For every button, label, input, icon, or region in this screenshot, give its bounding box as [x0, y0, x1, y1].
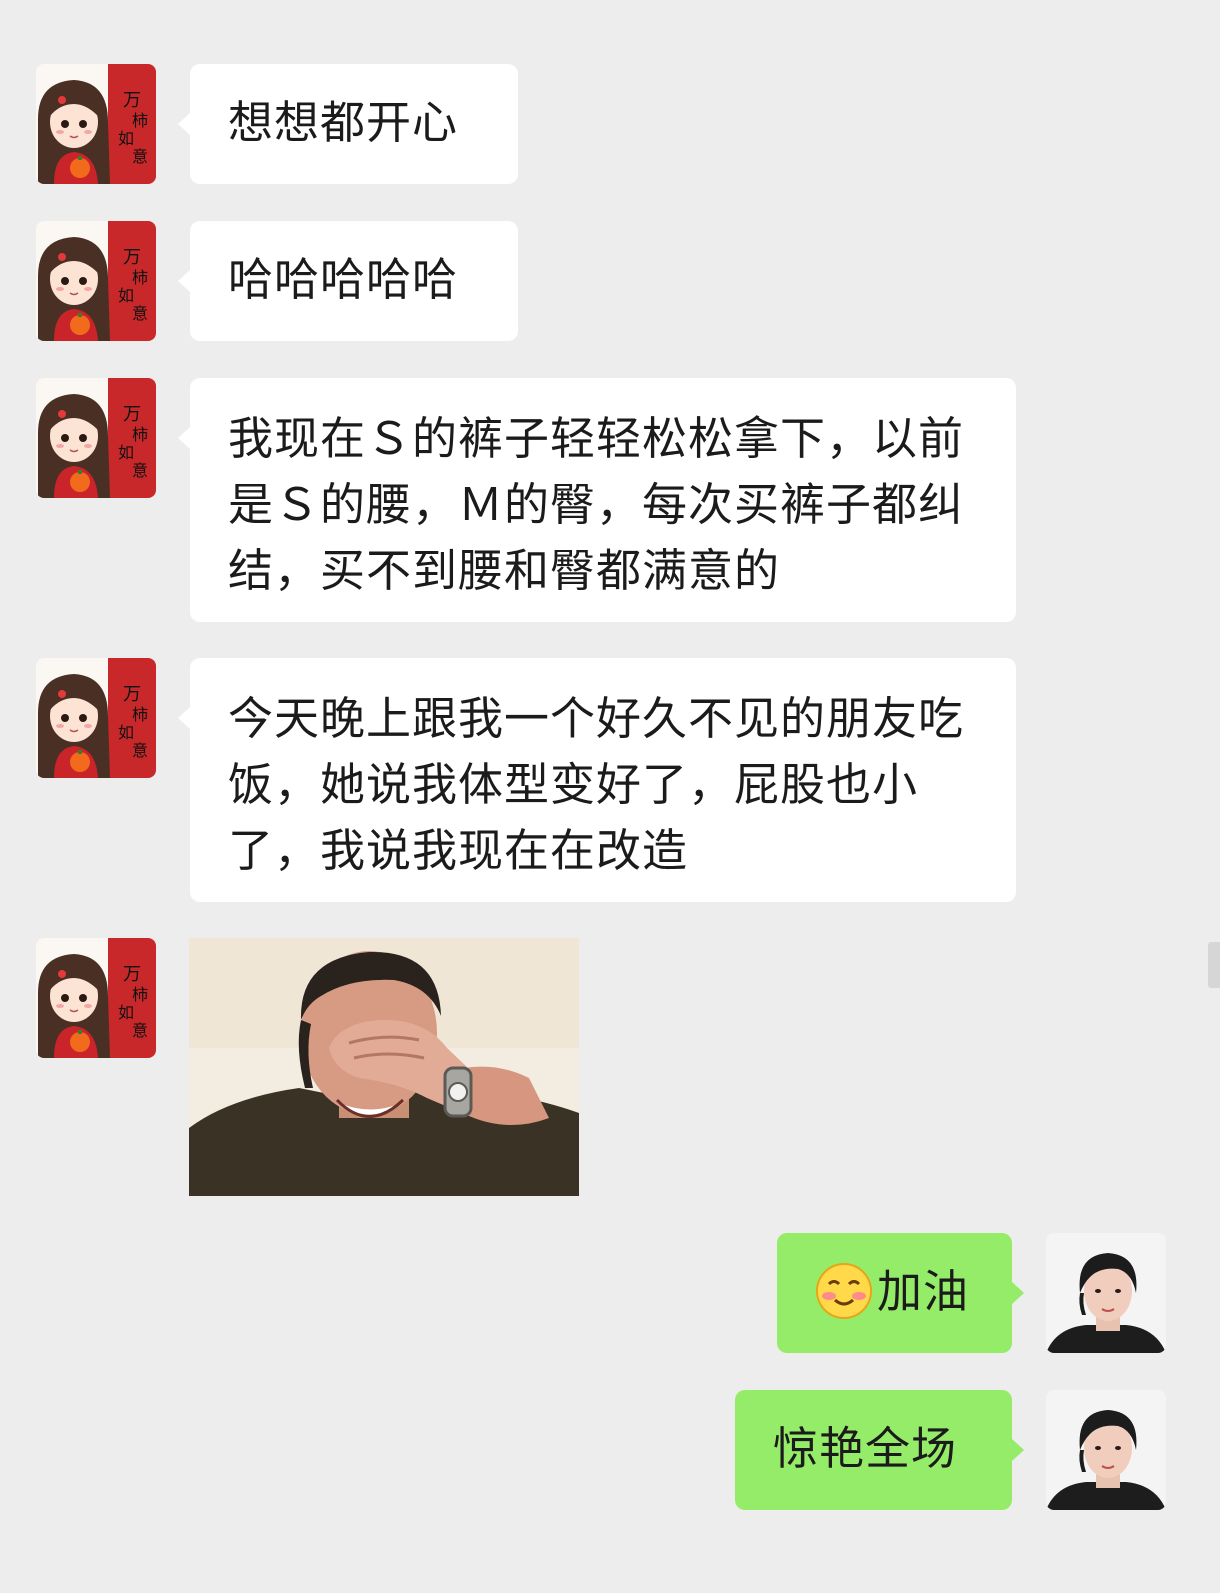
bubble-tail	[178, 707, 190, 729]
svg-text:柿: 柿	[132, 425, 148, 444]
svg-text:万: 万	[123, 404, 141, 425]
svg-text:柿: 柿	[132, 985, 148, 1004]
svg-text:意: 意	[132, 741, 148, 760]
message-bubble[interactable]: 我现在Ｓ的裤子轻轻松松拿下，以前是Ｓ的腰，Ｍ的臀，每次买裤子都纠结，买不到腰和臀…	[190, 378, 1016, 622]
cartoon-girl-avatar-icon: 万 柿 如 意	[36, 938, 156, 1058]
bubble-tail	[1012, 1439, 1024, 1461]
avatar-self[interactable]	[1046, 1233, 1166, 1353]
avatar-contact[interactable]: 万 柿 如 意	[36, 221, 156, 341]
svg-text:万: 万	[123, 964, 141, 985]
cartoon-girl-avatar-icon: 万 柿 如 意	[36, 221, 156, 341]
laughing-man-sticker-icon	[189, 938, 579, 1196]
svg-text:意: 意	[132, 461, 148, 480]
svg-text:如: 如	[118, 443, 134, 462]
message-text: 加油	[877, 1265, 970, 1318]
cartoon-girl-avatar-icon: 万 柿 如 意	[36, 378, 156, 498]
svg-text:意: 意	[132, 147, 148, 166]
avatar-contact[interactable]: 万 柿 如 意	[36, 64, 156, 184]
cartoon-girl-avatar-icon: 万 柿 如 意	[36, 64, 156, 184]
avatar-contact[interactable]: 万 柿 如 意	[36, 658, 156, 778]
cartoon-girl-avatar-icon: 万 柿 如 意	[36, 658, 156, 778]
svg-text:柿: 柿	[132, 268, 148, 287]
avatar-contact[interactable]: 万 柿 如 意	[36, 938, 156, 1058]
avatar-contact[interactable]: 万 柿 如 意	[36, 378, 156, 498]
svg-text:万: 万	[123, 247, 141, 268]
sticker-image[interactable]	[189, 938, 579, 1196]
woman-portrait-avatar-icon	[1046, 1390, 1166, 1510]
bubble-tail	[178, 270, 190, 292]
message-bubble[interactable]: 今天晚上跟我一个好久不见的朋友吃饭，她说我体型变好了，屁股也小了，我说我现在在改…	[190, 658, 1016, 902]
svg-text:万: 万	[123, 90, 141, 111]
bubble-tail	[1012, 1282, 1024, 1304]
bubble-tail	[178, 113, 190, 135]
smiling-blush-emoji-icon	[816, 1263, 872, 1319]
svg-text:如: 如	[118, 723, 134, 742]
svg-text:如: 如	[118, 1003, 134, 1022]
svg-text:如: 如	[118, 286, 134, 305]
message-bubble-self[interactable]: 惊艳全场	[735, 1390, 1012, 1510]
svg-text:万: 万	[123, 684, 141, 705]
message-bubble-self[interactable]: 加油	[777, 1233, 1012, 1353]
message-bubble[interactable]: 哈哈哈哈哈	[190, 221, 518, 341]
bubble-tail	[178, 427, 190, 449]
svg-text:意: 意	[132, 1021, 148, 1040]
svg-text:意: 意	[132, 304, 148, 323]
avatar-self[interactable]	[1046, 1390, 1166, 1510]
svg-text:柿: 柿	[132, 111, 148, 130]
woman-portrait-avatar-icon	[1046, 1233, 1166, 1353]
message-bubble[interactable]: 想想都开心	[190, 64, 518, 184]
svg-text:柿: 柿	[132, 705, 148, 724]
scrollbar-handle[interactable]	[1208, 942, 1220, 988]
svg-text:如: 如	[118, 129, 134, 148]
